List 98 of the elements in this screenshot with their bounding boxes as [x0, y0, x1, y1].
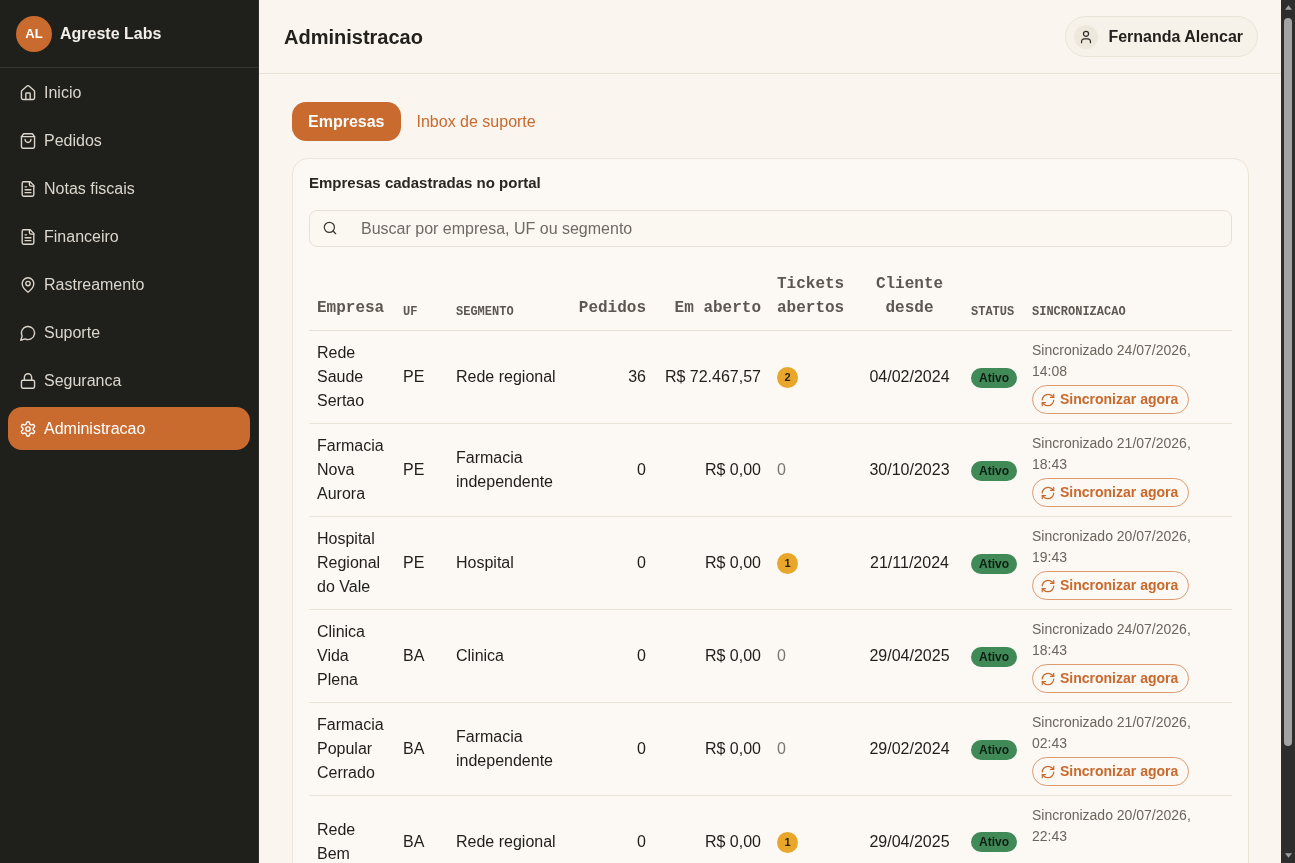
table-cell: PE	[395, 423, 448, 517]
status-badge: Ativo	[971, 553, 1017, 574]
table-cell: Farmacia independente	[448, 702, 568, 796]
scroll-down-icon[interactable]	[1284, 853, 1292, 858]
table-cell: Rede regional	[448, 795, 568, 863]
table-cell: R$ 0,00	[654, 516, 769, 610]
table-cell: Rede Bem	[309, 795, 395, 863]
table-cell: 29/04/2025	[856, 609, 963, 703]
status-badge: Ativo	[971, 832, 1017, 853]
table-cell: Rede Saude Sertao	[309, 330, 395, 424]
sync-timestamp: Sincronizado 21/07/2026, 02:43	[1032, 713, 1192, 753]
column-header: Tickets abertos	[769, 262, 856, 331]
ticket-count-badge: 1	[777, 553, 798, 575]
lock-icon	[20, 372, 36, 389]
table-cell: BA	[395, 702, 448, 796]
table-cell: 0	[568, 702, 654, 796]
table-cell: R$ 0,00	[654, 609, 769, 703]
column-header: UF	[395, 262, 448, 331]
scrollbar[interactable]	[1281, 0, 1295, 863]
tab[interactable]: Empresas	[292, 102, 401, 141]
user-menu-button[interactable]: Fernanda Alencar	[1065, 16, 1258, 57]
table-cell: BA	[395, 795, 448, 863]
document-icon	[20, 228, 36, 245]
table-cell: 0	[769, 702, 856, 796]
table-cell: R$ 72.467,57	[654, 330, 769, 424]
table-cell: Farmacia Popular Cerrado	[309, 702, 395, 796]
table-cell: R$ 0,00	[654, 795, 769, 863]
table-cell: 30/10/2023	[856, 423, 963, 517]
sidebar-item[interactable]: Suporte	[8, 311, 250, 354]
search-field[interactable]: Buscar por empresa, UF ou segmento	[309, 210, 1232, 247]
table-cell: 21/11/2024	[856, 516, 963, 610]
table-cell: R$ 0,00	[654, 423, 769, 517]
brand-name: Agreste Labs	[60, 23, 162, 44]
tab[interactable]: Inbox de suporte	[400, 102, 552, 141]
settings-icon	[20, 420, 36, 437]
sync-timestamp: Sincronizado 24/07/2026, 14:08	[1032, 341, 1192, 381]
table-cell: 0	[568, 423, 654, 517]
table-cell: 0	[769, 423, 856, 517]
map-pin-icon	[20, 276, 36, 293]
column-header: Em aberto	[654, 262, 769, 331]
user-icon	[1074, 24, 1099, 49]
sync-timestamp: Sincronizado 24/07/2026, 18:43	[1032, 620, 1192, 660]
table-cell: Farmacia Nova Aurora	[309, 423, 395, 517]
table-cell: 04/02/2024	[856, 330, 963, 424]
table-cell: 0	[568, 609, 654, 703]
status-badge: Ativo	[971, 739, 1017, 760]
sync-timestamp: Sincronizado 20/07/2026, 22:43	[1032, 806, 1192, 846]
status-badge: Ativo	[971, 460, 1017, 481]
table-cell: Rede regional	[448, 330, 568, 424]
sync-timestamp: Sincronizado 21/07/2026, 18:43	[1032, 434, 1192, 474]
column-header: Cliente desde	[856, 262, 963, 331]
table-cell: 36	[568, 330, 654, 424]
table-cell: 0	[568, 516, 654, 610]
column-header: SINCRONIZACAO	[1024, 262, 1232, 331]
table-cell: Farmacia independente	[448, 423, 568, 517]
chat-bubble-icon	[20, 324, 36, 341]
column-header: STATUS	[963, 262, 1024, 331]
table-cell: Hospital Regional do Vale	[309, 516, 395, 610]
table-cell: Hospital	[448, 516, 568, 610]
refresh-icon	[1041, 392, 1055, 407]
table-cell: 0	[568, 795, 654, 863]
document-icon	[20, 180, 36, 197]
table-cell: R$ 0,00	[654, 702, 769, 796]
column-header: Empresa	[309, 262, 395, 331]
refresh-icon	[1041, 764, 1055, 779]
refresh-icon	[1041, 578, 1055, 593]
scroll-up-icon[interactable]	[1284, 5, 1292, 10]
search-icon	[323, 221, 337, 235]
brand-logo: AL	[16, 15, 52, 52]
sidebar-item[interactable]: Pedidos	[8, 119, 250, 162]
shopping-bag-icon	[20, 132, 36, 149]
sync-timestamp: Sincronizado 20/07/2026, 19:43	[1032, 527, 1192, 567]
refresh-icon	[1041, 485, 1055, 500]
status-badge: Ativo	[971, 646, 1017, 667]
table-cell: 29/02/2024	[856, 702, 963, 796]
sidebar-item[interactable]: Rastreamento	[8, 263, 250, 306]
panel-title: Empresas cadastradas no portal	[309, 174, 542, 192]
column-header: Pedidos	[568, 262, 654, 331]
ticket-count-badge: 1	[777, 831, 798, 853]
status-badge: Ativo	[971, 367, 1017, 388]
home-icon	[20, 84, 36, 101]
sidebar-item[interactable]: Administracao	[8, 407, 250, 450]
sidebar-item[interactable]: Financeiro	[8, 215, 250, 258]
table-cell: Clinica	[448, 609, 568, 703]
page-title: Administracao	[284, 24, 423, 50]
scrollbar-thumb[interactable]	[1284, 18, 1292, 746]
table-cell: PE	[395, 516, 448, 610]
sidebar-item[interactable]: Inicio	[8, 71, 250, 114]
sidebar-item[interactable]: Notas fiscais	[8, 167, 250, 210]
table-cell: PE	[395, 330, 448, 424]
table-cell: Clinica Vida Plena	[309, 609, 395, 703]
refresh-icon	[1041, 671, 1055, 686]
sidebar-item[interactable]: Seguranca	[8, 359, 250, 402]
table-cell: 0	[769, 609, 856, 703]
table-cell: BA	[395, 609, 448, 703]
column-header: SEGMENTO	[448, 262, 568, 331]
ticket-count-badge: 2	[777, 367, 798, 389]
table-cell: 29/04/2025	[856, 795, 963, 863]
